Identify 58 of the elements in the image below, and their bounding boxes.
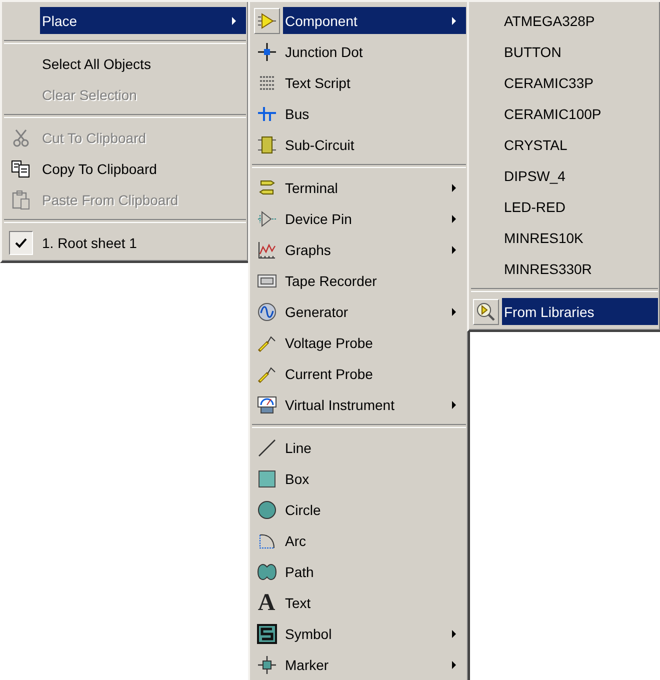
menu-item[interactable]: MINRES10K (502, 224, 658, 251)
checkbox[interactable] (9, 230, 33, 254)
menu-item[interactable]: Line (283, 434, 466, 461)
menu-item[interactable]: Bus (283, 100, 466, 127)
line-icon (256, 438, 276, 458)
menu-item[interactable]: Graphs (283, 236, 466, 263)
menu-item[interactable]: Component (283, 7, 466, 34)
sine-wave-icon (256, 302, 276, 322)
checkmark-icon (15, 236, 27, 248)
meter-icon (256, 394, 276, 414)
terminal-icon (256, 178, 276, 198)
menu-item[interactable]: CERAMIC100P (502, 100, 658, 127)
circle-icon (256, 500, 276, 520)
menu-item[interactable]: Voltage Probe (283, 329, 466, 356)
symbol-icon (256, 624, 276, 644)
menu-item[interactable]: 1. Root sheet 1 (40, 229, 246, 256)
menu-item[interactable]: Copy To Clipboard (40, 155, 246, 182)
menu-item[interactable]: Junction Dot (283, 38, 466, 65)
graph-icon (256, 240, 276, 260)
menu-item[interactable]: Current Probe (283, 360, 466, 387)
junction-icon (256, 42, 276, 62)
menu-item[interactable]: Path (283, 558, 466, 585)
marker-icon (256, 654, 276, 674)
menu-item[interactable]: CRYSTAL (502, 131, 658, 158)
menu-item[interactable]: CERAMIC33P (502, 69, 658, 96)
letter-icon: A (258, 592, 276, 612)
square-icon (256, 468, 276, 488)
menu-item[interactable]: DIPSW_4 (502, 162, 658, 189)
menu-item[interactable]: From Libraries (502, 298, 658, 325)
menu-item[interactable]: Select All Objects (40, 50, 246, 77)
menu-item[interactable]: Box (283, 465, 466, 492)
menu-item[interactable]: Generator (283, 298, 466, 325)
pin-icon (256, 208, 276, 228)
menu-item[interactable]: Device Pin (283, 205, 466, 232)
menu-item[interactable]: Marker (283, 651, 466, 678)
magnifier-icon (472, 298, 498, 324)
menu-item: Paste From Clipboard (41, 190, 180, 210)
menu-item[interactable]: BUTTON (502, 38, 658, 65)
scissors-icon (11, 128, 31, 148)
menu-item[interactable]: Place (40, 7, 246, 34)
menu-item: Cut To Clipboard (41, 128, 148, 148)
menu-item[interactable]: Text Script (283, 69, 466, 96)
menu-item[interactable]: Virtual Instrument (283, 391, 466, 418)
menu-item[interactable]: Tape Recorder (283, 267, 466, 294)
menu-item[interactable]: Arc (283, 527, 466, 554)
menu-item[interactable]: ATMEGA328P (502, 7, 658, 34)
menu-item: Clear Selection (41, 86, 138, 104)
block-icon (256, 134, 276, 154)
menu-item[interactable]: LED-RED (502, 193, 658, 220)
clipboard-icon (11, 190, 31, 210)
menu-item[interactable]: Terminal (283, 174, 466, 201)
menu-item[interactable]: Text (283, 589, 466, 616)
menu-item[interactable]: Sub-Circuit (283, 131, 466, 158)
menu-item[interactable]: Symbol (283, 620, 466, 647)
menu-item[interactable]: MINRES330R (502, 255, 658, 282)
path-icon (256, 562, 276, 582)
menu-item[interactable]: Circle (283, 496, 466, 523)
copy-icon (11, 158, 31, 178)
